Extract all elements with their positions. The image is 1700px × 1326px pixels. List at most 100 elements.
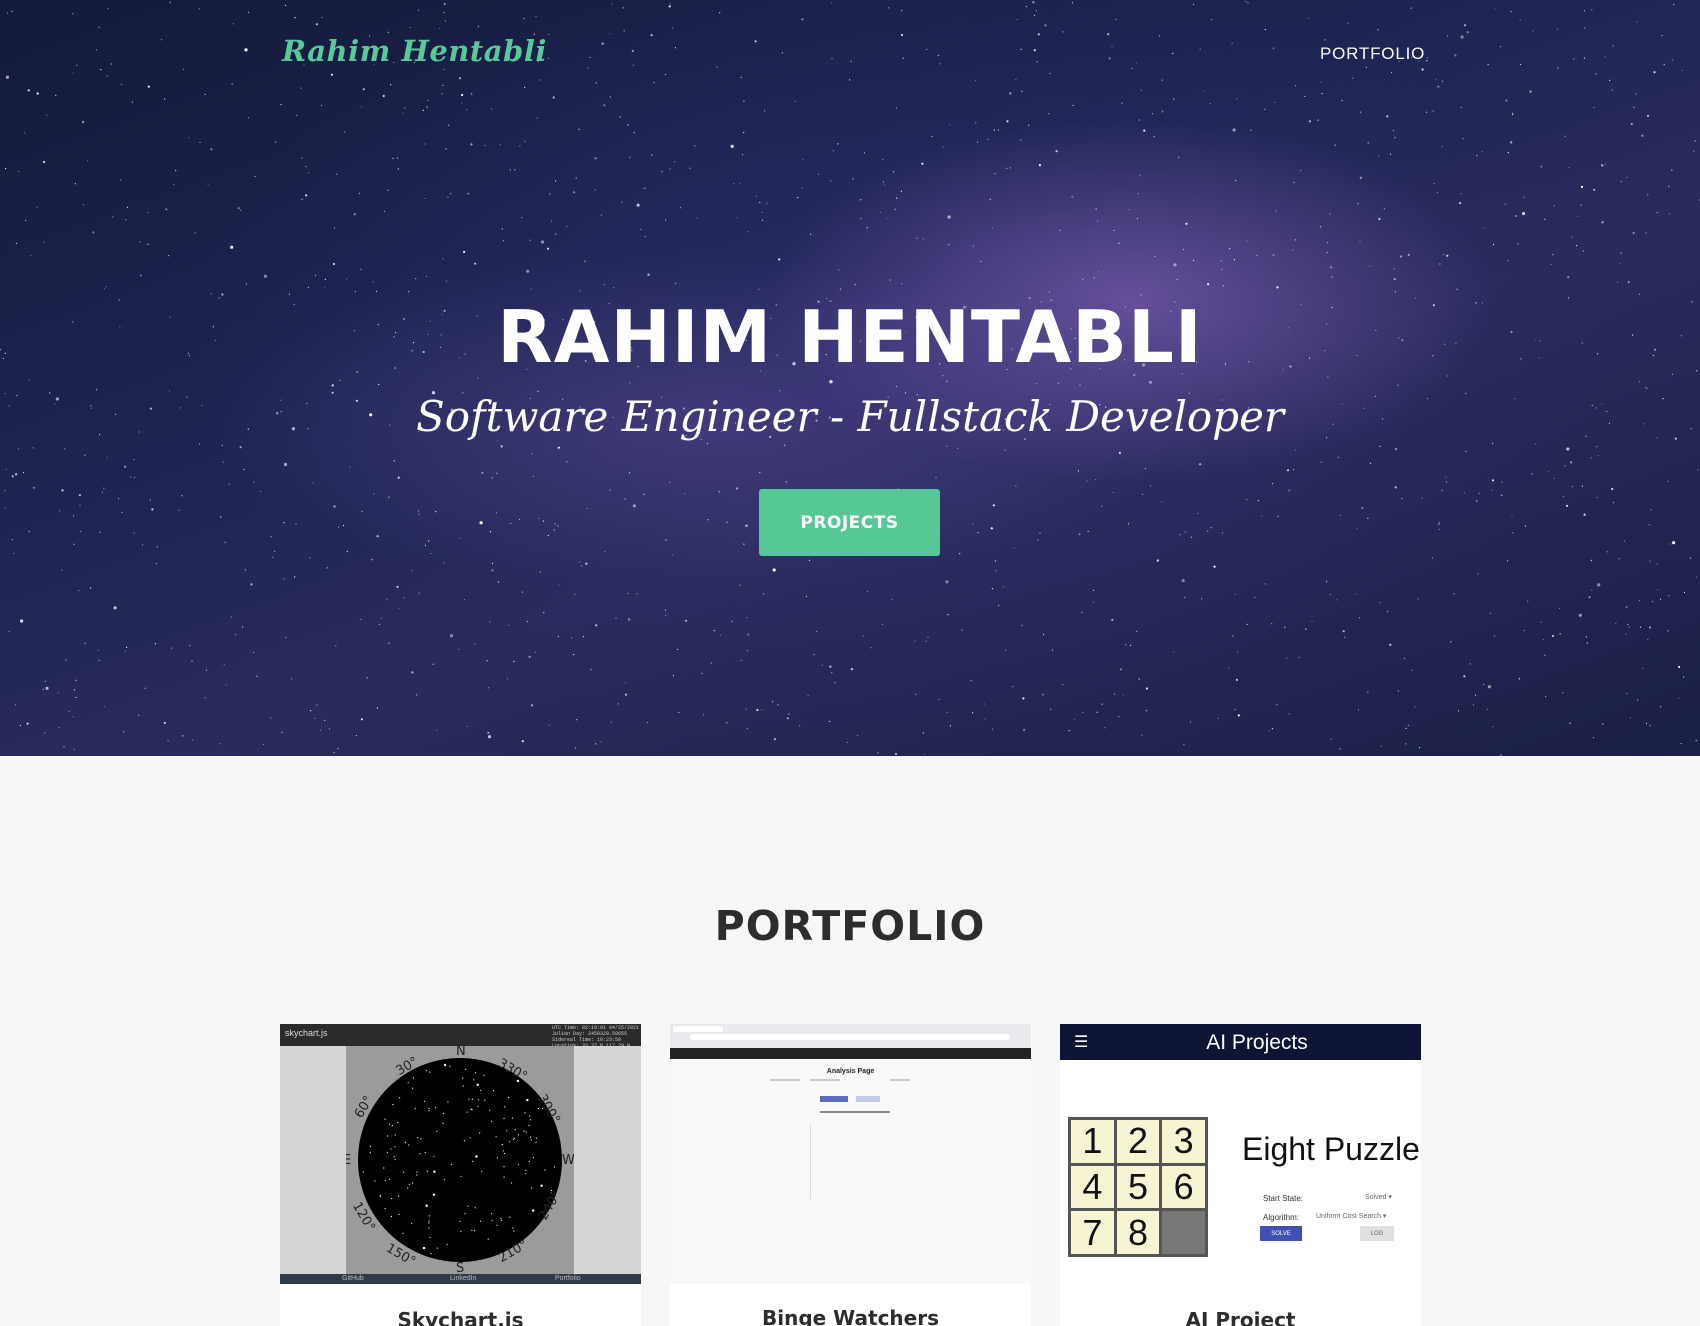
star [850, 60, 852, 62]
portfolio-card-ai-project[interactable]: ☰ AI Projects 1 2 3 4 5 6 7 8 Eight Puzz… [1060, 1024, 1421, 1326]
star [1576, 215, 1579, 217]
star [90, 587, 92, 589]
sky-star [428, 1107, 430, 1109]
star [380, 617, 382, 619]
portfolio-card-binge-watchers[interactable]: Analysis Page Binge Watchers [670, 1024, 1031, 1326]
star [188, 137, 190, 139]
star [1609, 79, 1611, 81]
sky-star [416, 1171, 418, 1173]
star [1288, 489, 1291, 492]
browser-chrome [670, 1024, 1031, 1048]
star [1221, 268, 1223, 270]
star [474, 262, 477, 265]
star [784, 444, 786, 446]
star [443, 562, 445, 564]
sky-star [526, 1098, 529, 1102]
star [1565, 504, 1569, 507]
sky-star [463, 1140, 465, 1142]
star [430, 552, 432, 555]
star [1207, 530, 1209, 532]
star [225, 684, 227, 686]
star [829, 380, 833, 384]
star [432, 663, 434, 665]
star [627, 592, 629, 595]
projects-button[interactable]: PROJECTS [759, 489, 940, 556]
star [1072, 104, 1074, 107]
star [25, 219, 27, 221]
star [1020, 48, 1022, 51]
sky-star [484, 1099, 486, 1101]
star [678, 711, 680, 714]
star [674, 161, 676, 163]
card-caption[interactable]: Binge Watchers [670, 1306, 1031, 1326]
star [1564, 135, 1566, 137]
star [557, 446, 560, 449]
star [632, 64, 635, 66]
star [72, 72, 74, 74]
star [1379, 445, 1381, 447]
card-caption[interactable]: Skychart.js [280, 1308, 641, 1326]
star [889, 279, 891, 281]
star [514, 169, 516, 171]
sky-star [481, 1170, 483, 1172]
star [1672, 541, 1676, 545]
star [436, 729, 438, 732]
nav-link-portfolio[interactable]: PORTFOLIO [1320, 44, 1425, 64]
star [1405, 743, 1407, 745]
star [1272, 47, 1275, 49]
star [417, 510, 419, 512]
star [1138, 678, 1140, 680]
star [830, 180, 832, 182]
star [466, 109, 468, 111]
star [164, 98, 166, 100]
star [61, 569, 63, 571]
star [1446, 254, 1449, 257]
star [972, 245, 975, 247]
star [1235, 678, 1238, 682]
star [1642, 667, 1644, 670]
star [508, 624, 510, 626]
sky-star [433, 1170, 436, 1173]
star [1378, 217, 1381, 221]
star [1035, 383, 1038, 385]
star [1016, 18, 1018, 21]
card-caption[interactable]: AI Project [1060, 1308, 1421, 1326]
star [1562, 495, 1564, 498]
star [901, 283, 903, 285]
star [488, 687, 490, 689]
star [621, 201, 623, 203]
star [237, 207, 240, 210]
footer-link-portfolio: Portfolio [555, 1275, 581, 1282]
star [600, 214, 603, 216]
brand-logo[interactable]: Rahim Hentabli [282, 34, 547, 68]
star [983, 703, 985, 705]
sky-star [416, 1174, 418, 1176]
star [1023, 728, 1026, 732]
star [84, 642, 86, 644]
star [328, 728, 330, 730]
star [862, 635, 865, 637]
star [585, 562, 588, 565]
sky-star [537, 1107, 539, 1110]
star [1256, 254, 1258, 256]
star [1321, 93, 1323, 95]
star [346, 551, 348, 553]
star [762, 219, 764, 221]
star [745, 708, 747, 710]
sky-star [513, 1138, 515, 1140]
star [198, 8, 200, 10]
star [125, 219, 127, 221]
star [1472, 704, 1474, 706]
portfolio-card-skychart[interactable]: skychart.js UTC Time: 02:19:01 04/25/202… [280, 1024, 641, 1326]
puzzle-tile: 8 [1116, 1211, 1160, 1254]
star [1002, 586, 1005, 588]
sky-circle [358, 1058, 562, 1262]
star [535, 651, 537, 654]
star [1392, 130, 1395, 132]
star [73, 748, 75, 751]
star [32, 486, 36, 489]
star [746, 617, 748, 619]
star [1138, 119, 1140, 121]
star [532, 475, 535, 477]
star [97, 649, 99, 652]
